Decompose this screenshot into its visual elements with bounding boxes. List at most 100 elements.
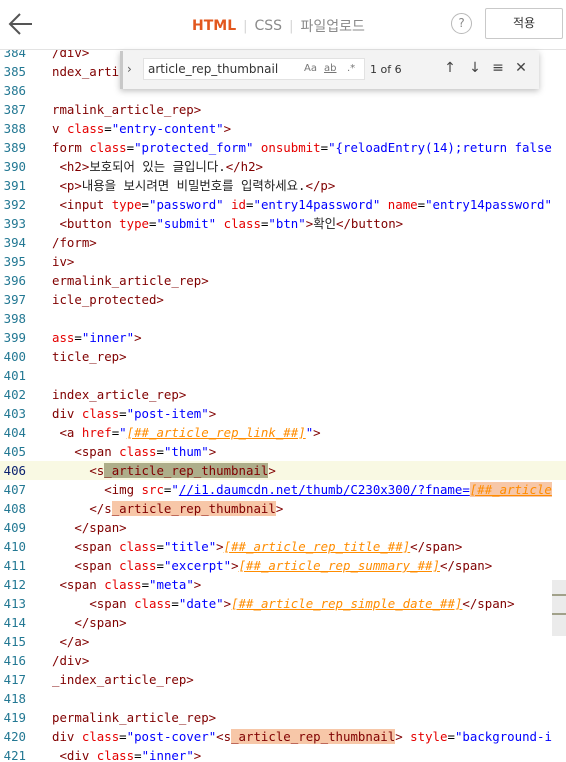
code-line[interactable]: 417 _index_article_rep>: [0, 670, 566, 689]
line-code: <span class="date">[##_article_rep_simpl…: [89, 596, 515, 611]
code-line[interactable]: 388 v class="entry-content">: [0, 119, 566, 138]
help-button[interactable]: ?: [451, 13, 472, 34]
code-line[interactable]: 400 ticle_rep>: [0, 347, 566, 366]
code-line[interactable]: 407 <img src="//i1.daumcdn.net/thumb/C23…: [0, 480, 566, 499]
line-code: <s_article_rep_thumbnail>: [89, 463, 276, 478]
code-line[interactable]: 416/div>: [0, 651, 566, 670]
line-number: 396: [3, 273, 26, 288]
code-line[interactable]: 401: [0, 366, 566, 385]
code-line[interactable]: 404 <a href="[##_article_rep_link_##]">: [0, 423, 566, 442]
line-code: div class="post-cover"<s_article_rep_thu…: [52, 729, 552, 744]
code-line[interactable]: 406 <s_article_rep_thumbnail>: [0, 461, 566, 480]
match-count: 1 of 6: [370, 63, 402, 76]
code-line[interactable]: 414 </span>: [0, 613, 566, 632]
line-number: 390: [3, 159, 26, 174]
line-code: <span class="excerpt">[##_article_rep_su…: [74, 558, 493, 573]
tab-file-upload[interactable]: 파일업로드: [300, 16, 364, 36]
line-number: 399: [3, 330, 26, 345]
code-line[interactable]: 392 <input type="password" id="entry14pa…: [0, 195, 566, 214]
code-line[interactable]: 411 <span class="excerpt">[##_article_re…: [0, 556, 566, 575]
line-number: 401: [3, 368, 26, 383]
code-line[interactable]: 403 div class="post-item">: [0, 404, 566, 423]
code-line[interactable]: 413 <span class="date">[##_article_rep_s…: [0, 594, 566, 613]
line-number: 394: [3, 235, 26, 250]
code-lines: 384/div> 385 ndex_arti 386 387 rmalink_articl…: [0, 50, 566, 762]
line-code: /div>: [52, 653, 90, 668]
previous-match-icon[interactable]: ↑: [442, 60, 458, 76]
line-number: 387: [3, 102, 26, 117]
line-code: </a>: [59, 634, 90, 649]
code-line[interactable]: 391 <p>내용을 보시려면 비밀번호를 입력하세요.</p>: [0, 176, 566, 195]
line-code: v class="entry-content">: [52, 121, 232, 136]
code-line[interactable]: 419 permalink_article_rep>: [0, 708, 566, 727]
line-code: icle_protected>: [52, 292, 164, 307]
find-in-selection-icon[interactable]: ≡: [490, 60, 506, 76]
line-number: 395: [3, 254, 26, 269]
line-number: 408: [3, 501, 26, 516]
line-number: 405: [3, 444, 26, 459]
code-line[interactable]: 408 </s_article_rep_thumbnail>: [0, 499, 566, 518]
regex-toggle[interactable]: .*: [347, 63, 355, 74]
line-number: 404: [3, 425, 26, 440]
code-line[interactable]: 389 form class="protected_form" onsubmit=…: [0, 138, 566, 157]
overview-ruler[interactable]: [552, 580, 566, 636]
code-line[interactable]: 415 </a>: [0, 632, 566, 651]
line-code: <input type="password" id="entry14passwo…: [59, 197, 552, 212]
whole-word-toggle[interactable]: ab: [324, 63, 336, 74]
next-match-icon[interactable]: ↓: [467, 60, 483, 76]
line-code: <img src="//i1.daumcdn.net/thumb/C230x30…: [104, 482, 552, 497]
line-code: rmalink_article_rep>: [52, 102, 202, 117]
code-line[interactable]: 396 ermalink_article_rep>: [0, 271, 566, 290]
line-code: /div>: [52, 50, 90, 60]
code-line[interactable]: 421 <div class="inner">: [0, 746, 566, 762]
tab-html[interactable]: HTML: [192, 18, 236, 34]
back-arrow-icon[interactable]: [8, 10, 34, 38]
line-number: 419: [3, 710, 26, 725]
line-number: 416: [3, 653, 26, 668]
line-code: </span>: [74, 520, 127, 535]
line-number: 415: [3, 634, 26, 649]
line-number: 388: [3, 121, 26, 136]
line-number: 413: [3, 596, 26, 611]
close-icon[interactable]: ✕: [513, 60, 529, 76]
code-line[interactable]: 398: [0, 309, 566, 328]
line-code: ermalink_article_rep>: [52, 273, 209, 288]
line-code: </s_article_rep_thumbnail>: [89, 501, 284, 516]
line-code: ticle_rep>: [52, 349, 127, 364]
line-number: 385: [3, 64, 26, 79]
code-line[interactable]: 412 <span class="meta">: [0, 575, 566, 594]
tab-css[interactable]: CSS: [255, 18, 283, 34]
line-number: 403: [3, 406, 26, 421]
code-line[interactable]: 399 ass="inner">: [0, 328, 566, 347]
line-code: iv>: [52, 254, 75, 269]
line-number: 418: [3, 691, 26, 706]
line-code: <p>내용을 보시려면 비밀번호를 입력하세요.</p>: [59, 178, 336, 193]
code-line[interactable]: 410 <span class="title">[##_article_rep_…: [0, 537, 566, 556]
line-number: 393: [3, 216, 26, 231]
line-number: 389: [3, 140, 26, 155]
line-code: <h2>보호되어 있는 글입니다.</h2>: [59, 159, 263, 174]
code-line[interactable]: 418: [0, 689, 566, 708]
code-line[interactable]: 397 icle_protected>: [0, 290, 566, 309]
code-editor[interactable]: 384/div> 385 ndex_arti 386 387 rmalink_articl…: [0, 50, 566, 762]
ruler-match-marker: [552, 613, 566, 615]
line-number: 397: [3, 292, 26, 307]
toggle-replace-icon[interactable]: ›: [127, 62, 132, 76]
line-code: <span class="title">[##_article_rep_titl…: [74, 539, 463, 554]
match-case-toggle[interactable]: Aa: [304, 63, 317, 74]
code-line[interactable]: 390 <h2>보호되어 있는 글입니다.</h2>: [0, 157, 566, 176]
code-line[interactable]: 405 <span class="thum">: [0, 442, 566, 461]
line-number: 391: [3, 178, 26, 193]
line-code: ass="inner">: [52, 330, 142, 345]
apply-button[interactable]: 적용: [485, 8, 563, 39]
code-line[interactable]: 393 <button type="submit" class="btn">확인…: [0, 214, 566, 233]
code-line[interactable]: 402 index_article_rep>: [0, 385, 566, 404]
line-number: 400: [3, 349, 26, 364]
code-line[interactable]: 409 </span>: [0, 518, 566, 537]
code-line[interactable]: 395 iv>: [0, 252, 566, 271]
line-number: 384: [3, 50, 26, 60]
line-number: 421: [3, 748, 26, 762]
code-line[interactable]: 387 rmalink_article_rep>: [0, 100, 566, 119]
code-line[interactable]: 420 div class="post-cover"<s_article_rep_…: [0, 727, 566, 746]
code-line[interactable]: 394/form>: [0, 233, 566, 252]
